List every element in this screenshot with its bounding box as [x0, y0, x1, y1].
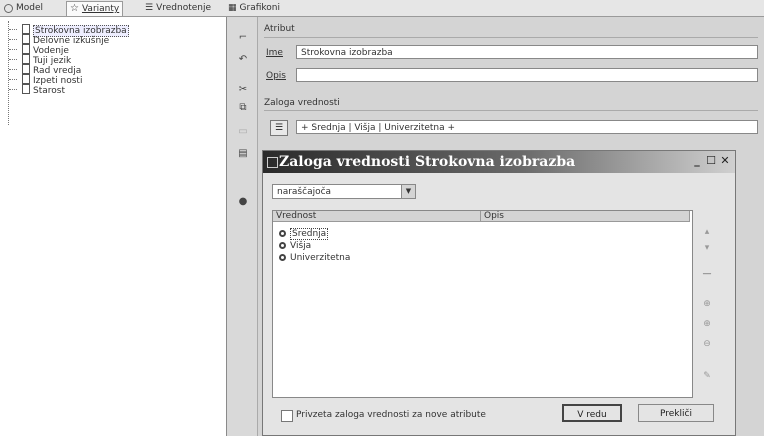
tab-variants[interactable]: ☆ Varianty	[66, 1, 124, 16]
tab-model-label: Model	[16, 3, 44, 13]
minimize-icon[interactable]: _	[691, 155, 703, 167]
tab-evaluation[interactable]: ☰ Vrednotenje	[145, 2, 211, 14]
undo-icon[interactable]: ↶	[236, 54, 250, 66]
chart-icon: ▦	[228, 3, 237, 13]
tree-branch	[9, 29, 17, 30]
tab-model[interactable]: Model	[4, 2, 43, 14]
tree-item-delovne-izkusnje[interactable]: Delovne izkušnje	[22, 34, 109, 46]
tree-branch	[9, 59, 17, 60]
close-icon[interactable]: ✕	[719, 155, 731, 167]
tree-item-strokovna-izobrazba[interactable]: Strokovna izobrazba	[22, 24, 129, 37]
tab-bar: Model ☆ Varianty ☰ Vrednotenje ▦ Grafiko…	[0, 0, 764, 17]
tag-icon[interactable]: ●	[236, 196, 250, 208]
paste-icon[interactable]: ▭	[236, 126, 250, 138]
list-item[interactable]: Višja	[279, 241, 311, 252]
value-icon	[279, 254, 286, 261]
list-item[interactable]: Univerzitetna	[279, 253, 350, 264]
attribute-icon	[22, 74, 30, 84]
tree-item-label: Starost	[33, 86, 65, 96]
value-scale-group-title: Zaloga vrednosti	[264, 98, 340, 108]
divider	[264, 110, 758, 111]
tree-item-starost[interactable]: Starost	[22, 84, 65, 96]
new-icon[interactable]: ⌐	[236, 32, 250, 44]
description-field[interactable]	[296, 68, 758, 82]
remove-icon[interactable]: ⊖	[700, 338, 714, 350]
value-scale-field[interactable]: + Srednja | Višja | Univerzitetna +	[296, 120, 758, 134]
app-icon	[267, 157, 278, 168]
value-icon	[279, 230, 286, 237]
list-item-label: Univerzitetna	[290, 253, 351, 263]
tree-item-izpetinosti[interactable]: Izpeti nosti	[22, 74, 82, 86]
column-header-value[interactable]: Vrednost	[273, 211, 481, 222]
star-icon: ☆	[70, 3, 79, 14]
add-icon[interactable]: ⊕	[700, 298, 714, 310]
ok-button[interactable]: V redu	[562, 404, 622, 422]
values-list[interactable]: Vrednost Opis Srednja Višja Univerzitetn…	[272, 210, 693, 398]
tab-evaluation-label: Vrednotenje	[156, 3, 212, 13]
cancel-button[interactable]: Prekliči	[638, 404, 714, 422]
column-header-description[interactable]: Opis	[481, 211, 690, 222]
attribute-icon	[22, 84, 30, 94]
tree-item-tuji-jezik[interactable]: Tuji jezik	[22, 54, 71, 66]
cut-icon[interactable]: ✂	[236, 84, 250, 96]
attribute-icon	[22, 34, 30, 44]
separator-icon[interactable]: —	[700, 268, 714, 280]
insert-icon[interactable]: ⊕	[700, 318, 714, 330]
tree-branch	[9, 49, 17, 50]
tab-charts-label: Grafikoni	[239, 3, 280, 13]
list-item[interactable]: Srednja	[279, 228, 329, 240]
name-field[interactable]: Strokovna izobrazba	[296, 45, 758, 59]
dialog-title: Zaloga vrednosti Strokovna izobrazba	[279, 154, 576, 170]
move-down-icon[interactable]: ▾	[700, 242, 714, 254]
value-icon	[279, 242, 286, 249]
name-label: Ime	[266, 48, 283, 58]
list-icon: ☰	[145, 3, 154, 13]
move-up-icon[interactable]: ▴	[700, 226, 714, 238]
tree-branch	[9, 89, 17, 90]
edit-icon[interactable]: ✎	[700, 370, 714, 382]
order-select[interactable]: naraščajoča ▼	[272, 184, 416, 199]
default-scale-checkbox[interactable]	[281, 410, 293, 422]
dialog-title-bar: Zaloga vrednosti Strokovna izobrazba _ ☐…	[263, 151, 735, 173]
default-scale-label: Privzeta zaloga vrednosti za nove atribu…	[296, 410, 486, 420]
delete-icon[interactable]: ▤	[236, 148, 250, 160]
list-item-label: Višja	[290, 241, 312, 251]
chevron-down-icon[interactable]: ▼	[401, 185, 415, 198]
tree-branch	[9, 79, 17, 80]
tab-variants-label: Varianty	[81, 4, 120, 14]
divider	[264, 37, 758, 38]
copy-icon[interactable]: ⧉	[236, 102, 250, 114]
description-label: Opis	[266, 71, 286, 81]
vertical-toolbar	[227, 17, 258, 436]
model-icon	[4, 3, 13, 13]
order-select-value: naraščajoča	[277, 187, 332, 197]
attribute-icon	[22, 44, 30, 54]
tree-branch	[9, 39, 17, 40]
maximize-icon[interactable]: ☐	[705, 155, 717, 167]
attribute-group-title: Atribut	[264, 24, 295, 34]
tree-connector	[8, 21, 9, 125]
tree-item-vodenje[interactable]: Vodenje	[22, 44, 69, 56]
attribute-icon	[22, 24, 30, 34]
list-item-label: Srednja	[290, 228, 329, 240]
attribute-icon	[22, 64, 30, 74]
edit-scale-icon[interactable]: ☰	[270, 120, 288, 136]
tree-branch	[9, 69, 17, 70]
tab-charts[interactable]: ▦ Grafikoni	[228, 2, 280, 14]
attribute-icon	[22, 54, 30, 64]
tree-item-rad-vredja[interactable]: Rad vredja	[22, 64, 81, 76]
